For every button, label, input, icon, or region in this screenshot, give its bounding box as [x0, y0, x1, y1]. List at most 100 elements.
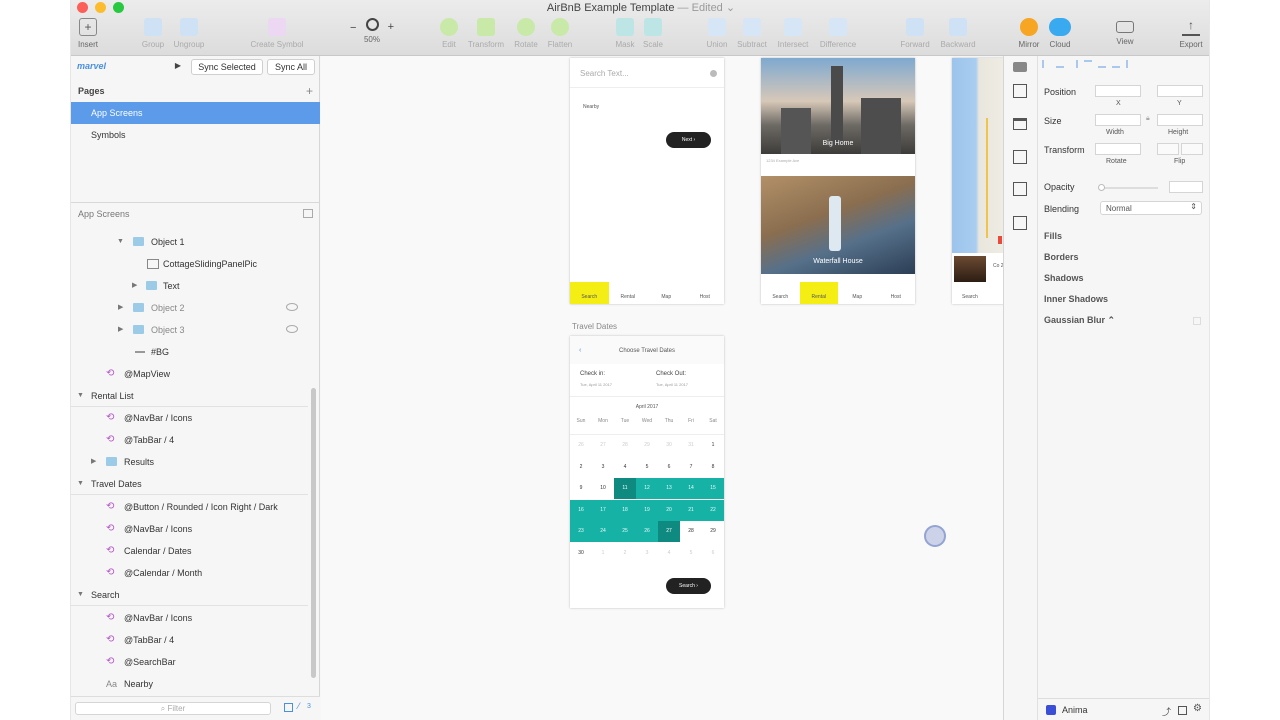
layers-filter-icon[interactable]	[284, 703, 293, 712]
layer-button-rounded[interactable]: ⟲ @Button / Rounded / Icon Right / Dark	[71, 496, 308, 518]
layer-rental-list[interactable]: ▼ Rental List	[71, 385, 308, 407]
calendar-day[interactable]: 24	[592, 521, 614, 542]
disclosure-down-icon[interactable]: ▼	[77, 385, 84, 407]
fills-header[interactable]: Fills	[1044, 231, 1062, 241]
tab-map[interactable]: Map	[838, 282, 877, 304]
position-y-input[interactable]	[1157, 85, 1203, 97]
layer-text[interactable]: ▶ Text	[71, 275, 308, 297]
disclosure-right-icon[interactable]: ▶	[91, 451, 96, 473]
align-middle-icon[interactable]	[1098, 60, 1106, 68]
calendar-day[interactable]: 18	[614, 499, 636, 521]
layer-tabbar-4[interactable]: ⟲ @TabBar / 4	[71, 429, 308, 451]
layer-navbar-icons[interactable]: ⟲ @NavBar / Icons	[71, 407, 308, 429]
shadows-header[interactable]: Shadows	[1044, 273, 1084, 283]
inner-shadows-header[interactable]: Inner Shadows	[1044, 294, 1108, 304]
opacity-knob[interactable]	[1098, 184, 1105, 191]
visibility-eye-icon[interactable]	[286, 303, 298, 311]
tab-host[interactable]: Host	[686, 282, 725, 304]
calendar-day[interactable]: 26	[636, 521, 658, 542]
artboard-rental-list[interactable]: Big Home 1234 Example Ave Waterfall Hous…	[761, 58, 915, 304]
calendar-day[interactable]: 4	[658, 543, 680, 564]
disclosure-right-icon[interactable]: ▶	[118, 297, 123, 319]
disclosure-right-icon[interactable]: ▶	[132, 275, 137, 297]
visibility-eye-icon[interactable]	[286, 325, 298, 333]
layer-object-1[interactable]: ▼ Object 1	[71, 231, 308, 253]
difference-button[interactable]: Difference	[808, 18, 868, 49]
search-button[interactable]: Search ›	[666, 578, 711, 594]
align-right-icon[interactable]	[1070, 60, 1078, 68]
opacity-slider[interactable]	[1098, 184, 1158, 191]
page-item-app-screens[interactable]: App Screens	[71, 102, 320, 124]
calendar-day[interactable]: 31	[680, 435, 702, 456]
layer-bg[interactable]: #BG	[71, 341, 308, 363]
calendar-day[interactable]: 27	[658, 521, 680, 542]
link-icon[interactable]: ⤴	[1162, 705, 1171, 718]
zoom-control[interactable]: − + 50%	[342, 18, 402, 44]
artboard-label-travel-dates[interactable]: Travel Dates	[572, 322, 617, 331]
flip-horizontal-icon[interactable]	[1157, 143, 1179, 155]
layer-object-2[interactable]: ▶ Object 2	[71, 297, 308, 319]
filter-input[interactable]: ⌕ Filter	[75, 702, 271, 715]
search-bar[interactable]: Search Text...	[570, 58, 724, 88]
position-x-input[interactable]	[1095, 85, 1141, 97]
layers-scrollbar[interactable]	[311, 388, 316, 678]
calendar-day[interactable]: 29	[636, 435, 658, 456]
artboard-travel-dates[interactable]: ‹ Choose Travel Dates Check in: Tue, Apr…	[570, 336, 724, 608]
zoom-in-button[interactable]: +	[388, 21, 394, 33]
calendar-day[interactable]: 15	[702, 478, 724, 499]
ungroup-button[interactable]: Ungroup	[159, 18, 219, 49]
calendar-day[interactable]: 12	[636, 478, 658, 499]
layers-icon[interactable]	[1013, 182, 1027, 196]
artboard-map[interactable]: Co 21t Search	[952, 58, 1003, 304]
panel-icon[interactable]	[1178, 706, 1187, 715]
calendar-day[interactable]: 11	[614, 478, 636, 499]
zoom-out-button[interactable]: −	[350, 22, 356, 34]
flip-vertical-icon[interactable]	[1181, 143, 1203, 155]
calendar-day[interactable]: 27	[592, 435, 614, 456]
calendar-day[interactable]: 2	[570, 457, 592, 478]
scale-button[interactable]: Scale	[623, 18, 683, 49]
calendar-day[interactable]: 4	[614, 457, 636, 478]
calendar-day[interactable]: 26	[570, 435, 592, 456]
layer-searchbar[interactable]: ⟲ @SearchBar	[71, 651, 308, 673]
calendar-day[interactable]: 8	[702, 457, 724, 478]
disclosure-right-icon[interactable]: ▶	[118, 319, 123, 341]
calendar-day[interactable]: 2	[614, 543, 636, 564]
gaussian-blur-header[interactable]: Gaussian Blur ⌃	[1044, 315, 1115, 326]
align-bottom-icon[interactable]	[1112, 60, 1120, 68]
add-page-icon[interactable]: +	[306, 84, 313, 98]
alignment-icon[interactable]	[1013, 62, 1027, 72]
calendar-day[interactable]: 5	[680, 543, 702, 564]
sync-selected-button[interactable]: Sync Selected	[191, 59, 263, 75]
width-input[interactable]	[1095, 114, 1141, 126]
align-center-icon[interactable]	[1056, 60, 1064, 68]
blending-select[interactable]: Normal ⇕	[1100, 201, 1202, 215]
calendar-day[interactable]: 9	[570, 478, 592, 499]
calendar-day[interactable]: 17	[592, 499, 614, 521]
canvas[interactable]: Search Text... Nearby Next › Search Rent…	[321, 56, 1003, 720]
calendar-day[interactable]: 14	[680, 478, 702, 499]
upload-icon[interactable]	[1013, 84, 1027, 98]
calendar-day[interactable]: 28	[680, 521, 702, 542]
page-item-symbols[interactable]: Symbols	[71, 124, 320, 146]
layer-mapview[interactable]: ⟲ @MapView	[71, 363, 308, 385]
calendar-day[interactable]: 28	[614, 435, 636, 456]
calendar-day[interactable]: 20	[658, 499, 680, 521]
calendar-day[interactable]: 19	[636, 499, 658, 521]
backward-button[interactable]: Backward	[928, 18, 988, 49]
tab-rental[interactable]: Rental	[609, 282, 648, 304]
calendar-day[interactable]: 23	[570, 521, 592, 542]
calendar-day[interactable]: 3	[636, 543, 658, 564]
next-button[interactable]: Next ›	[666, 132, 711, 148]
settings-gear-icon[interactable]: ⚙	[1193, 703, 1202, 714]
pen-tool-icon[interactable]	[1013, 216, 1027, 230]
layer-cottage-pic[interactable]: CottageSlidingPanelPic	[71, 253, 308, 275]
clear-icon[interactable]	[710, 70, 717, 77]
flatten-button[interactable]: Flatten	[530, 18, 590, 49]
height-input[interactable]	[1157, 114, 1203, 126]
tab-host[interactable]: Host	[877, 282, 916, 304]
tab-search[interactable]: Search	[761, 282, 800, 304]
calendar-day[interactable]: 25	[614, 521, 636, 542]
disclosure-down-icon[interactable]: ▼	[77, 473, 84, 495]
layer-navbar-icons[interactable]: ⟲ @NavBar / Icons	[71, 607, 308, 629]
